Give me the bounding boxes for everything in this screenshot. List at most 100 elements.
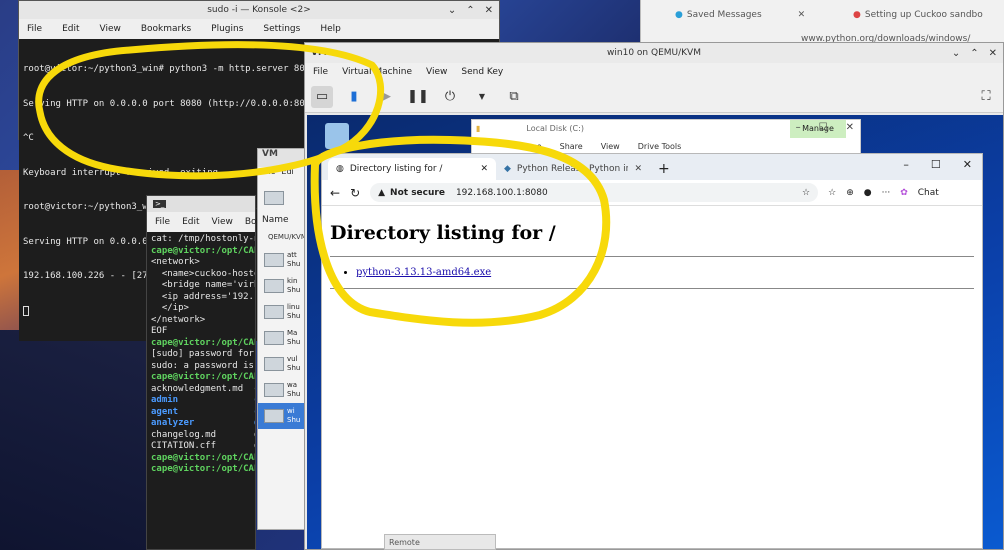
tab-saved-messages[interactable]: ● Saved Messages ✕ [675,6,805,24]
page-heading: Directory listing for / [330,222,556,244]
minimize-icon[interactable]: ⌄ [448,5,456,16]
ribbon-tab-view[interactable]: View [601,142,620,151]
vm-monitor-icon [264,331,284,345]
vm-list-item[interactable]: vul Shu [258,351,304,377]
details-icon[interactable]: ▮ [343,86,365,108]
menu-edit[interactable]: Edit [62,24,79,34]
close-icon[interactable]: ✕ [480,164,488,174]
vm-display[interactable]: ▮ Local Disk (C:) Manage – ☐ ✕ Home Shar… [307,115,1003,549]
snapshot-icon[interactable]: ⧉ [503,86,525,108]
vm-list-item[interactable]: Ma Shu [258,325,304,351]
chat-button[interactable]: Chat [918,188,939,198]
vm-state: Shu [287,260,301,268]
vm-list-item[interactable]: wi Shu [258,403,304,429]
konsole2-titlebar[interactable]: >_ [147,196,255,212]
vm-state: Shu [287,338,301,346]
explorer-titlebar: ▮ Local Disk (C:) [476,124,584,133]
column-header-name[interactable]: Name [258,215,304,233]
vm-list-item[interactable]: att Shu [258,247,304,273]
tab-directory-listing[interactable]: ◍ Directory listing for / ✕ [328,158,496,180]
vm-monitor-icon [264,279,284,293]
pause-icon[interactable]: ❚❚ [407,86,429,108]
ribbon-tab-drive-tools[interactable]: Drive Tools [638,142,682,151]
menu-view[interactable]: View [100,24,121,34]
maximize-icon[interactable]: ⌃ [970,48,978,59]
close-icon[interactable]: ✕ [798,10,806,20]
close-icon[interactable]: ✕ [846,122,854,133]
terminal-line: <name>cuckoo-hosto [151,268,255,279]
power-dropdown-icon[interactable]: ▼ [471,86,493,108]
vm-name: Ma [287,329,298,337]
vm-list-item[interactable]: kin Shu [258,273,304,299]
terminal-line: EOF [151,326,168,336]
fullscreen-icon[interactable]: ⛶ [975,86,997,108]
tab-label: Python Release Python install man [516,164,629,174]
vm-state: Shu [287,390,301,398]
ribbon-tab-home[interactable]: Home [518,142,542,151]
terminal-output[interactable]: cat: /tmp/hostonly-ne cape@victor:/opt/CA… [147,232,255,478]
back-icon[interactable]: ← [330,186,340,200]
vm-list-item[interactable]: wa Shu [258,377,304,403]
vm-list-item[interactable]: linu Shu [258,299,304,325]
tab-label: Saved Messages [686,10,762,20]
copilot-icon[interactable]: ✿ [900,188,908,198]
minimize-icon[interactable]: – [796,122,801,133]
menu-edit[interactable]: Edi [281,167,293,181]
tab-python-release[interactable]: ◆ Python Release Python install man ✕ [496,158,650,180]
menu-edit[interactable]: Edit [182,217,199,227]
close-icon[interactable]: ✕ [963,158,972,171]
fm-menubar: File Edi [258,167,304,181]
downloads-icon[interactable]: ⊕ [846,188,854,198]
refresh-icon[interactable]: ↻ [350,186,360,200]
console-view-icon[interactable]: ▭ [311,85,333,108]
maximize-icon[interactable]: ☐ [931,158,941,171]
minimize-icon[interactable]: – [903,158,909,171]
menu-help[interactable]: Help [320,24,341,34]
favorite-star-icon[interactable]: ☆ [802,188,810,198]
tab-setting-up-cuckoo[interactable]: ● Setting up Cuckoo sandbo [853,6,983,24]
tab-label: Directory listing for / [349,164,443,174]
address-bar[interactable]: ▲ Not secure 192.168.100.1:8080 ☆ [370,183,819,202]
menu-view[interactable]: View [212,217,233,227]
menu-settings[interactable]: Settings [263,24,300,34]
file-link[interactable]: python-3.13.13-amd64.exe [356,267,491,278]
terminal-line: [sudo] password for c [151,349,255,359]
new-tab-icon[interactable]: + [650,161,678,180]
terminal-line: agent c [151,406,255,417]
konsole-titlebar[interactable]: sudo -i — Konsole <2> ⌄ ⌃ ✕ [19,1,499,19]
menu-bookmarks[interactable]: Bookmarks [141,24,191,34]
run-icon[interactable]: ▶ [375,86,397,108]
terminal-line: cape@victor:/opt/CAP [151,452,255,463]
menu-view[interactable]: View [426,67,447,77]
file-manager-window[interactable]: VM File Edi Name QEMU/KVM att Shu kin Shu li… [257,148,307,530]
close-icon[interactable]: ✕ [485,5,493,16]
close-icon[interactable]: ✕ [989,48,997,59]
terminal-line: </network> [151,314,206,325]
konsole-window-middle[interactable]: >_ File Edit View Boo cat: /tmp/hostonly… [146,195,262,550]
menu-file[interactable]: File [27,24,42,34]
edge-browser-window[interactable]: ◍ Directory listing for / ✕ ◆ Python Rel… [321,153,983,549]
maximize-icon[interactable]: ☐ [819,122,828,133]
vm-state: Shu [287,312,301,320]
recycle-bin-icon[interactable] [325,123,349,149]
monitor-icon[interactable] [264,191,284,205]
menu-virtual-machine[interactable]: Virtual Machine [342,67,412,77]
minimize-icon[interactable]: ⌄ [952,48,960,59]
favorites-icon[interactable]: ☆ [828,188,836,198]
menu-file[interactable]: File [262,167,275,181]
wallpaper-dark-area [0,330,150,550]
terminal-line: <ip address='192.1 [151,291,255,302]
menu-file[interactable]: File [155,217,170,227]
power-icon[interactable]: ⏻ [439,86,461,108]
qemu-titlebar[interactable]: VM win10 on QEMU/KVM ⌄ ⌃ ✕ [305,43,1003,63]
menu-plugins[interactable]: Plugins [211,24,243,34]
remote-panel-label: Remote [384,534,496,550]
close-icon[interactable]: ✕ [634,164,642,174]
menu-file[interactable]: File [313,67,328,77]
ribbon-tab-share[interactable]: Share [560,142,583,151]
maximize-icon[interactable]: ⌃ [466,5,474,16]
qemu-window[interactable]: VM win10 on QEMU/KVM ⌄ ⌃ ✕ File Virtual … [304,42,1004,550]
profile-avatar-icon[interactable]: ● [864,188,872,198]
more-menu-icon[interactable]: ··· [882,188,891,198]
menu-send-key[interactable]: Send Key [461,67,503,77]
